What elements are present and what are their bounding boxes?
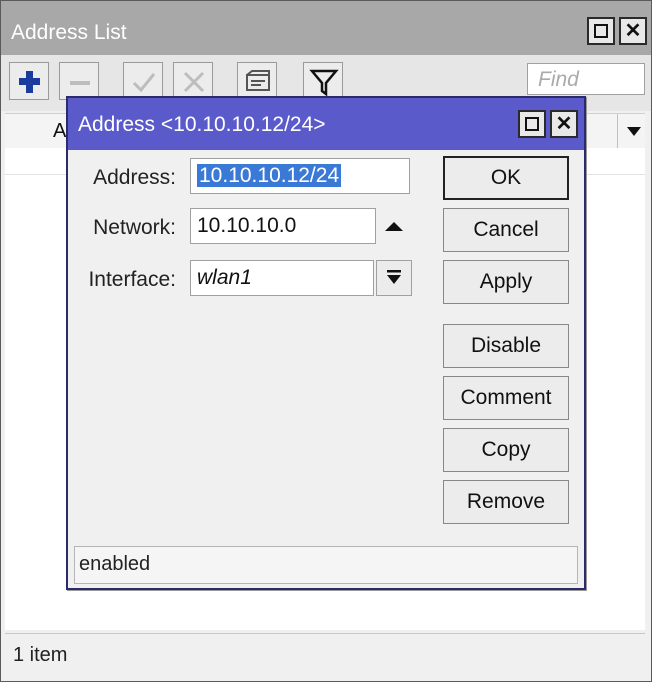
- close-icon: ✕: [624, 20, 642, 42]
- window-titlebar[interactable]: Address List ✕: [1, 1, 651, 55]
- interface-label: Interface:: [88, 268, 176, 291]
- address-dialog: Address <10.10.10.12/24> ✕ Address: 10.1…: [66, 96, 586, 590]
- remove-item-button[interactable]: [59, 62, 99, 100]
- plus-icon: [19, 71, 40, 93]
- address-input[interactable]: 10.10.10.12/24: [190, 158, 410, 194]
- apply-button[interactable]: Apply: [443, 260, 569, 304]
- comment-entry-button[interactable]: Comment: [443, 376, 569, 420]
- disable-button[interactable]: [173, 62, 213, 100]
- address-label: Address:: [93, 166, 176, 189]
- dialog-status-bar: enabled: [74, 546, 578, 584]
- dropdown-arrow-icon: [387, 270, 401, 284]
- entry-status: enabled: [79, 553, 151, 575]
- enable-button[interactable]: [123, 62, 163, 100]
- dialog-close-button[interactable]: ✕: [550, 110, 578, 138]
- window-title: Address List: [11, 21, 127, 44]
- item-count: 1 item: [13, 644, 68, 666]
- ok-button[interactable]: OK: [443, 156, 569, 200]
- interface-dropdown-button[interactable]: [376, 260, 412, 296]
- remove-button[interactable]: Remove: [443, 480, 569, 524]
- collapse-up-icon[interactable]: [382, 212, 406, 242]
- network-label: Network:: [93, 216, 176, 239]
- column-dropdown-button[interactable]: [617, 114, 648, 148]
- network-input[interactable]: 10.10.10.0: [190, 208, 376, 244]
- copy-button[interactable]: Copy: [443, 428, 569, 472]
- dialog-title: Address <10.10.10.12/24>: [78, 113, 326, 136]
- filter-button[interactable]: [303, 62, 343, 100]
- interface-select[interactable]: wlan1: [190, 260, 374, 296]
- cancel-button[interactable]: Cancel: [443, 208, 569, 252]
- dialog-titlebar[interactable]: Address <10.10.10.12/24> ✕: [68, 98, 584, 150]
- column-header[interactable]: A: [53, 120, 66, 143]
- disable-entry-button[interactable]: Disable: [443, 324, 569, 368]
- address-value: 10.10.10.12/24: [197, 164, 342, 187]
- comment-button[interactable]: [237, 62, 277, 100]
- close-icon: ✕: [555, 113, 573, 135]
- add-button[interactable]: [9, 62, 49, 100]
- dialog-maximize-button[interactable]: [518, 110, 546, 138]
- close-button[interactable]: ✕: [619, 17, 647, 45]
- maximize-button[interactable]: [587, 17, 615, 45]
- list-status-bar: 1 item: [5, 633, 645, 678]
- find-input[interactable]: Find: [527, 63, 645, 95]
